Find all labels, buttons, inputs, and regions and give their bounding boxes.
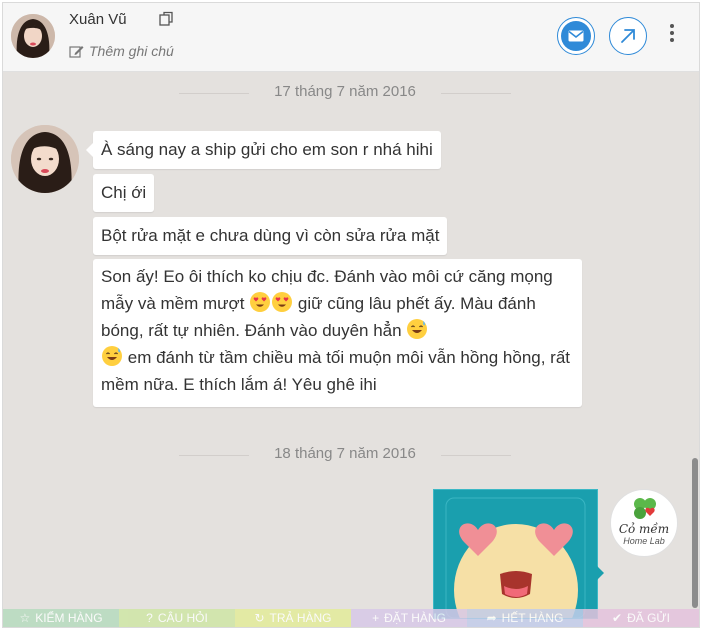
message-text: À sáng nay a ship gửi cho em son r nhá h…	[101, 140, 433, 159]
date-separator: 18 tháng 7 năm 2016	[3, 445, 687, 462]
shop-avatar[interactable]: Cỏ mềm Home Lab	[610, 489, 678, 557]
tag-label: ĐÃ GỬI	[627, 611, 670, 625]
message-text: Chị ới	[101, 183, 147, 202]
mail-icon	[561, 21, 591, 51]
message-bubble[interactable]: À sáng nay a ship gửi cho em son r nhá h…	[86, 131, 441, 169]
refresh-icon: ↻	[254, 611, 265, 625]
contact-avatar[interactable]	[11, 14, 55, 58]
open-external-button[interactable]	[609, 17, 647, 55]
tag-kiem-hang[interactable]: ☆ KIỂM HÀNG	[3, 609, 119, 627]
contact-name: Xuân Vũ	[69, 11, 127, 28]
tag-label: CÂU HỎI	[157, 611, 208, 625]
check-icon: ✔	[612, 611, 623, 625]
tag-label: KIỂM HÀNG	[35, 611, 103, 625]
message-bubble[interactable]: Bột rửa mặt e chưa dùng vì còn sửa rửa m…	[93, 217, 448, 255]
sticker-message[interactable]	[433, 489, 604, 627]
add-note-label: Thêm ghi chú	[89, 43, 174, 59]
sender-avatar[interactable]	[11, 125, 79, 193]
scrollbar-thumb[interactable]	[692, 458, 698, 608]
conversation-header: Xuân Vũ Thêm ghi chú	[3, 3, 699, 72]
tag-label: TRẢ HÀNG	[269, 611, 332, 625]
tag-label: ĐẶT HÀNG	[384, 611, 446, 625]
tag-dat-hang[interactable]: + ĐẶT HÀNG	[351, 609, 467, 627]
plus-icon: +	[372, 611, 380, 625]
shop-name: Cỏ mềm	[618, 522, 670, 536]
sweat-smile-emoji-icon	[102, 346, 122, 366]
heart-eyes-emoji-icon	[250, 292, 271, 312]
share-icon: ➦	[486, 611, 497, 625]
tag-bar: ☆ KIỂM HÀNG ? CÂU HỎI ↻ TRẢ HÀNG + ĐẶT H…	[3, 609, 699, 627]
tag-label: HẾT HÀNG	[501, 611, 564, 625]
arrow-up-right-icon	[621, 29, 635, 43]
heart-eyes-sticker-icon	[445, 497, 586, 627]
tag-tra-hang[interactable]: ↻ TRẢ HÀNG	[235, 609, 351, 627]
message-bubble[interactable]: Chị ới	[93, 174, 155, 212]
shop-subtitle: Home Lab	[623, 536, 665, 546]
clover-icon	[634, 498, 656, 519]
message-text: Bột rửa mặt e chưa dùng vì còn sửa rửa m…	[101, 226, 440, 245]
tag-het-hang[interactable]: ➦ HẾT HÀNG	[467, 609, 583, 627]
mail-button[interactable]	[557, 17, 595, 55]
tag-cau-hoi[interactable]: ? CÂU HỎI	[119, 609, 235, 627]
tag-da-gui[interactable]: ✔ ĐÃ GỬI	[583, 609, 699, 627]
message-bubble[interactable]: Son ấy! Eo ôi thích ko chịu đc. Đánh vào…	[93, 259, 582, 407]
sweat-smile-emoji-icon	[407, 319, 428, 339]
date-label: 18 tháng 7 năm 2016	[274, 445, 416, 462]
copy-icon[interactable]	[158, 11, 174, 27]
message-text: Son ấy! Eo ôi thích ko chịu đc. Đánh vào…	[101, 267, 571, 394]
star-icon: ☆	[19, 611, 31, 625]
date-label: 17 tháng 7 năm 2016	[274, 83, 416, 100]
chat-window: Xuân Vũ Thêm ghi chú 17 tháng 7 năm 2016…	[2, 2, 700, 628]
question-icon: ?	[146, 611, 153, 625]
edit-icon	[69, 45, 84, 58]
more-options-icon[interactable]	[667, 21, 677, 49]
date-separator: 17 tháng 7 năm 2016	[3, 83, 687, 100]
add-note-link[interactable]: Thêm ghi chú	[69, 43, 174, 59]
heart-eyes-emoji-icon	[272, 292, 293, 312]
